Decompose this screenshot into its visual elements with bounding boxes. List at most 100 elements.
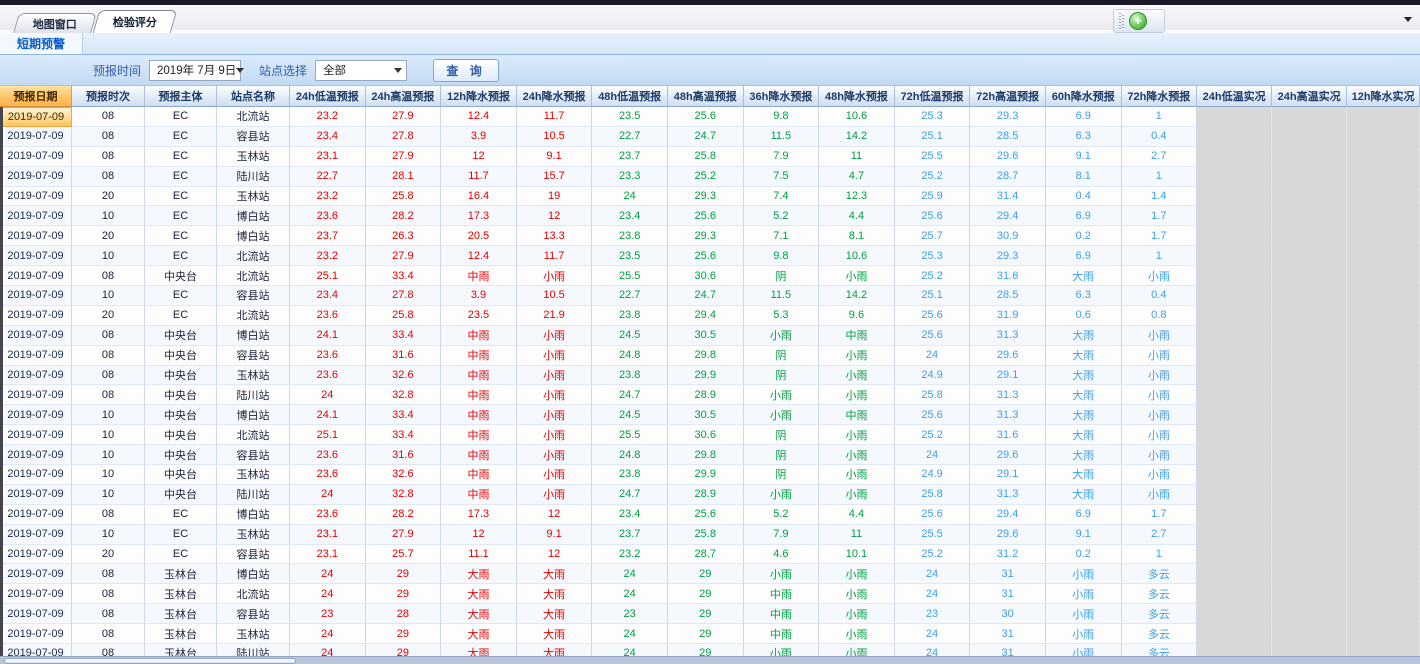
table-cell[interactable]: 08	[72, 604, 145, 624]
table-cell[interactable]: 博白站	[217, 405, 290, 425]
table-cell[interactable]: 25.2	[895, 167, 971, 187]
table-cell[interactable]: 中央台	[145, 445, 217, 465]
table-cell[interactable]: 29.3	[668, 226, 744, 246]
table-cell[interactable]: 13.3	[517, 226, 593, 246]
table-cell[interactable]: 阴	[744, 266, 820, 286]
table-cell[interactable]: 28.9	[668, 385, 744, 405]
table-cell[interactable]: 2019-07-09	[0, 584, 72, 604]
table-cell[interactable]: 容县站	[217, 545, 290, 565]
table-cell[interactable]: 中央台	[145, 326, 217, 346]
table-cell[interactable]: 24	[290, 485, 366, 505]
table-cell[interactable]: 24	[895, 624, 971, 644]
table-cell[interactable]: 31.6	[970, 425, 1046, 445]
table-cell[interactable]: 30.5	[668, 405, 744, 425]
table-cell[interactable]: 玉林台	[145, 624, 217, 644]
table-cell[interactable]: 23.5	[592, 107, 668, 127]
table-cell[interactable]: 10	[72, 525, 145, 545]
table-cell[interactable]: 7.1	[744, 226, 820, 246]
table-cell[interactable]: 08	[72, 584, 145, 604]
table-cell[interactable]: 25.8	[895, 485, 971, 505]
table-cell[interactable]: 25.3	[895, 107, 971, 127]
table-cell[interactable]: 阴	[744, 346, 820, 366]
table-cell[interactable]: 小雨	[819, 564, 895, 584]
table-cell[interactable]: 24	[290, 564, 366, 584]
table-cell[interactable]: 24.8	[592, 346, 668, 366]
table-cell[interactable]: 23.6	[290, 465, 366, 485]
table-cell[interactable]: 2.7	[1122, 147, 1198, 167]
table-cell[interactable]: 阴	[744, 425, 820, 445]
table-cell[interactable]: 4.4	[819, 505, 895, 525]
table-cell[interactable]: EC	[145, 187, 217, 207]
column-header[interactable]: 预报日期	[0, 86, 72, 107]
table-cell[interactable]: 小雨	[819, 266, 895, 286]
table-cell[interactable]: 7.4	[744, 187, 820, 207]
table-cell[interactable]: 23.1	[290, 545, 366, 565]
table-cell[interactable]: 2019-07-09	[0, 306, 72, 326]
table-cell[interactable]: 29.1	[970, 465, 1046, 485]
table-cell[interactable]: 21.9	[517, 306, 593, 326]
table-cell[interactable]: 2019-07-09	[0, 107, 72, 127]
table-cell[interactable]: 28.2	[366, 206, 442, 226]
table-cell[interactable]: 小雨	[517, 326, 593, 346]
table-cell[interactable]: 31.3	[970, 485, 1046, 505]
table-cell[interactable]: 25.8	[366, 187, 442, 207]
table-cell[interactable]: 7.9	[744, 147, 820, 167]
table-cell[interactable]: 2019-07-09	[0, 346, 72, 366]
table-cell[interactable]: 中央台	[145, 465, 217, 485]
table-cell[interactable]: 小雨	[1122, 445, 1198, 465]
table-cell[interactable]: 25.2	[895, 266, 971, 286]
table-cell[interactable]: 24	[290, 385, 366, 405]
table-cell[interactable]: 2019-07-09	[0, 525, 72, 545]
table-cell[interactable]: 大雨	[441, 604, 517, 624]
table-cell[interactable]: 小雨	[1122, 346, 1198, 366]
table-cell[interactable]: 23.7	[592, 147, 668, 167]
table-cell[interactable]: 24	[290, 624, 366, 644]
table-cell[interactable]: 08	[72, 326, 145, 346]
table-cell[interactable]: 25.6	[668, 505, 744, 525]
table-cell[interactable]: 25.5	[895, 147, 971, 167]
table-cell[interactable]: 23.2	[290, 107, 366, 127]
table-cell[interactable]: 10.1	[819, 545, 895, 565]
table-cell[interactable]: 中雨	[441, 266, 517, 286]
table-cell[interactable]: 31.3	[970, 326, 1046, 346]
table-cell[interactable]: 3.9	[441, 286, 517, 306]
table-cell[interactable]: 29	[668, 624, 744, 644]
table-cell[interactable]: 中央台	[145, 346, 217, 366]
table-cell[interactable]: 11	[819, 525, 895, 545]
table-cell[interactable]: 29.1	[970, 366, 1046, 386]
table-cell[interactable]: 容县站	[217, 604, 290, 624]
table-cell[interactable]: 6.9	[1046, 505, 1122, 525]
table-cell[interactable]: 24.7	[592, 485, 668, 505]
table-cell[interactable]: 玉林站	[217, 147, 290, 167]
table-cell[interactable]: 9.1	[1046, 147, 1122, 167]
table-cell[interactable]: 11	[819, 147, 895, 167]
table-cell[interactable]: 博白站	[217, 564, 290, 584]
table-cell[interactable]: 小雨	[1122, 385, 1198, 405]
table-cell[interactable]: 23.8	[592, 465, 668, 485]
table-cell[interactable]: 32.8	[366, 385, 442, 405]
table-cell[interactable]: 1.7	[1122, 505, 1198, 525]
table-cell[interactable]: 23.4	[290, 127, 366, 147]
table-cell[interactable]: 大雨	[1046, 385, 1122, 405]
table-cell[interactable]: 中央台	[145, 485, 217, 505]
table-cell[interactable]: 23.2	[592, 545, 668, 565]
table-cell[interactable]: 2019-07-09	[0, 286, 72, 306]
add-tab-icon[interactable]: +	[1129, 12, 1147, 30]
table-cell[interactable]: 22.7	[592, 286, 668, 306]
table-cell[interactable]: 大雨	[1046, 425, 1122, 445]
table-cell[interactable]: 24.9	[895, 465, 971, 485]
table-cell[interactable]: 阴	[744, 445, 820, 465]
table-cell[interactable]: 28	[366, 604, 442, 624]
table-cell[interactable]: 陆川站	[217, 167, 290, 187]
table-cell[interactable]: 大雨	[1046, 485, 1122, 505]
table-cell[interactable]: 小雨	[1122, 485, 1198, 505]
table-cell[interactable]: 大雨	[1046, 405, 1122, 425]
table-cell[interactable]: 24	[592, 564, 668, 584]
table-cell[interactable]: 2019-07-09	[0, 624, 72, 644]
table-cell[interactable]: 10	[72, 286, 145, 306]
table-cell[interactable]: 9.1	[517, 525, 593, 545]
table-cell[interactable]: 11.5	[744, 286, 820, 306]
table-cell[interactable]: 23.6	[290, 505, 366, 525]
table-cell[interactable]: 小雨	[1122, 425, 1198, 445]
table-cell[interactable]: 小雨	[819, 604, 895, 624]
